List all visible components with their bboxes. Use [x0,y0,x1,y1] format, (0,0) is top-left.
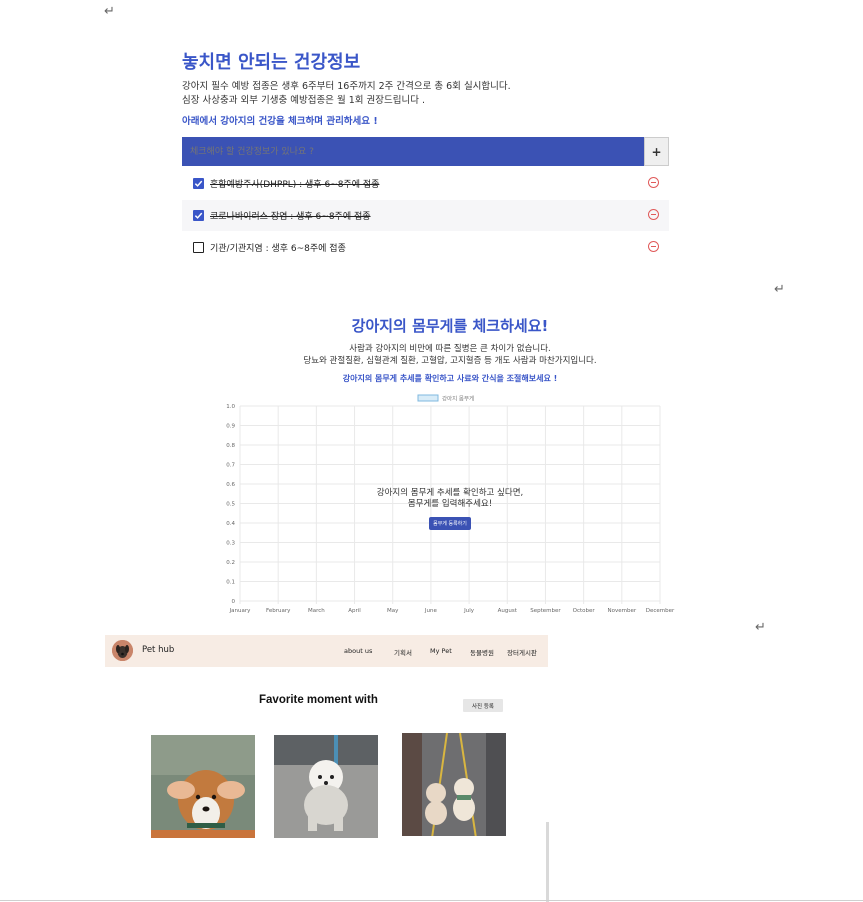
x-tick-label: August [498,608,518,614]
y-tick-label: 1.0 [226,404,235,410]
nav-market-board[interactable]: 장터게시판 [507,647,537,657]
favorite-photo[interactable] [402,733,506,836]
todo-item: 코로나바이러스 장염 : 생후 6~8주에 접종 [182,200,669,231]
chart-empty-message-2: 몸무게를 입력해주세요! [407,499,493,509]
avatar[interactable] [112,640,133,661]
favorite-photo[interactable] [151,735,255,838]
dog-avatar-icon [112,640,133,661]
todo-checkbox[interactable] [193,178,204,189]
y-tick-label: 0.7 [226,463,235,469]
y-tick-label: 0.2 [226,560,235,566]
chart-empty-message-1: 강아지의 몸무게 추세를 확인하고 싶다면, [376,488,524,498]
x-tick-label: January [229,608,252,614]
health-description-2: 심장 사상충과 외부 기생충 예방접종은 월 1회 권장드립니다 . [182,95,425,106]
x-tick-label: March [308,608,325,614]
y-tick-label: 0.1 [226,580,235,586]
x-tick-label: April [348,608,361,614]
y-tick-label: 0.8 [226,443,235,449]
y-tick-label: 0.5 [226,502,235,508]
chart-empty-overlay: 강아지의 몸무게 추세를 확인하고 싶다면, 몸무게를 입력해주세요! 몸무게 … [330,488,570,530]
register-weight-button[interactable]: 몸무게 등록하기 [429,517,471,530]
legend-label: 강아지 몸무게 [442,395,474,403]
health-todo-input[interactable] [182,137,644,166]
dogs-photo-icon [402,733,506,836]
todo-checkbox[interactable] [193,242,204,253]
weight-description-1: 사람과 강아지의 비만에 따른 질병은 큰 차이가 없습니다. [349,344,551,354]
weight-title: 강아지의 몸무게를 체크하세요! [351,317,549,335]
nav-my-pet[interactable]: My Pet [430,647,452,655]
x-tick-label: October [573,608,596,614]
health-description-1: 강아지 필수 예방 접종은 생후 6주부터 16주까지 2주 간격으로 총 6회… [182,81,511,92]
health-title: 놓치면 안되는 건강정보 [182,52,361,73]
legend-swatch [417,394,439,402]
photo-register-button[interactable]: 사진 등록 [463,699,503,712]
y-tick-label: 0.9 [226,424,235,430]
y-tick-label: 0.3 [226,541,235,547]
check-icon [194,212,203,219]
dog-photo-icon [151,735,255,838]
y-tick-label: 0.6 [226,482,235,488]
y-tick-label: 0.4 [226,521,235,527]
todo-item: 혼합예방주사(DHPPL) : 생후 6~8주에 접종 [182,168,669,199]
x-tick-label: July [463,608,475,614]
nav-plan[interactable]: 기획서 [394,647,412,657]
scrollbar[interactable] [546,822,549,902]
x-tick-label: June [424,608,438,614]
minus-circle-icon[interactable] [648,209,659,220]
todo-text: 코로나바이러스 장염 : 생후 6~8주에 접종 [210,212,371,222]
nav-about-us[interactable]: about us [344,647,372,655]
x-tick-label: November [608,608,637,614]
return-mark-icon: ↵ [755,620,766,635]
brand-name[interactable]: Pet hub [142,645,174,655]
dog-photo-icon [274,735,378,838]
health-cta: 아래에서 강아지의 건강을 체크하며 관리하세요 ! [182,116,378,127]
x-tick-label: May [387,608,399,614]
pethub-header: Pet hub about us 기획서 My Pet 동물병원 장터게시판 [105,635,548,667]
favorite-title: Favorite moment with [259,694,378,706]
todo-item: 기관/기관지염 : 생후 6~8주에 접종 [182,232,669,263]
divider [0,900,863,901]
weight-description-2: 당뇨와 관절질환, 심혈관계 질환, 고혈압, 고지혈증 등 개도 사람과 마찬… [303,356,597,366]
minus-circle-icon[interactable] [648,177,659,188]
todo-text: 혼합예방주사(DHPPL) : 생후 6~8주에 접종 [210,180,380,190]
todo-checkbox[interactable] [193,210,204,221]
x-tick-label: February [266,608,291,614]
weight-cta: 강아지의 몸무게 추세를 확인하고 사료와 간식을 조절해보세요 ! [342,374,558,383]
todo-text: 기관/기관지염 : 생후 6~8주에 접종 [210,244,346,254]
return-mark-icon: ↵ [774,282,785,297]
nav-animal-hospital[interactable]: 동물병원 [470,647,494,657]
return-mark-icon: ↵ [104,4,115,19]
add-todo-button[interactable]: + [644,137,669,166]
y-tick-label: 0 [232,599,236,605]
x-tick-label: December [646,608,675,614]
minus-circle-icon[interactable] [648,241,659,252]
check-icon [194,180,203,187]
x-tick-label: September [530,608,561,614]
favorite-photo[interactable] [274,735,378,838]
